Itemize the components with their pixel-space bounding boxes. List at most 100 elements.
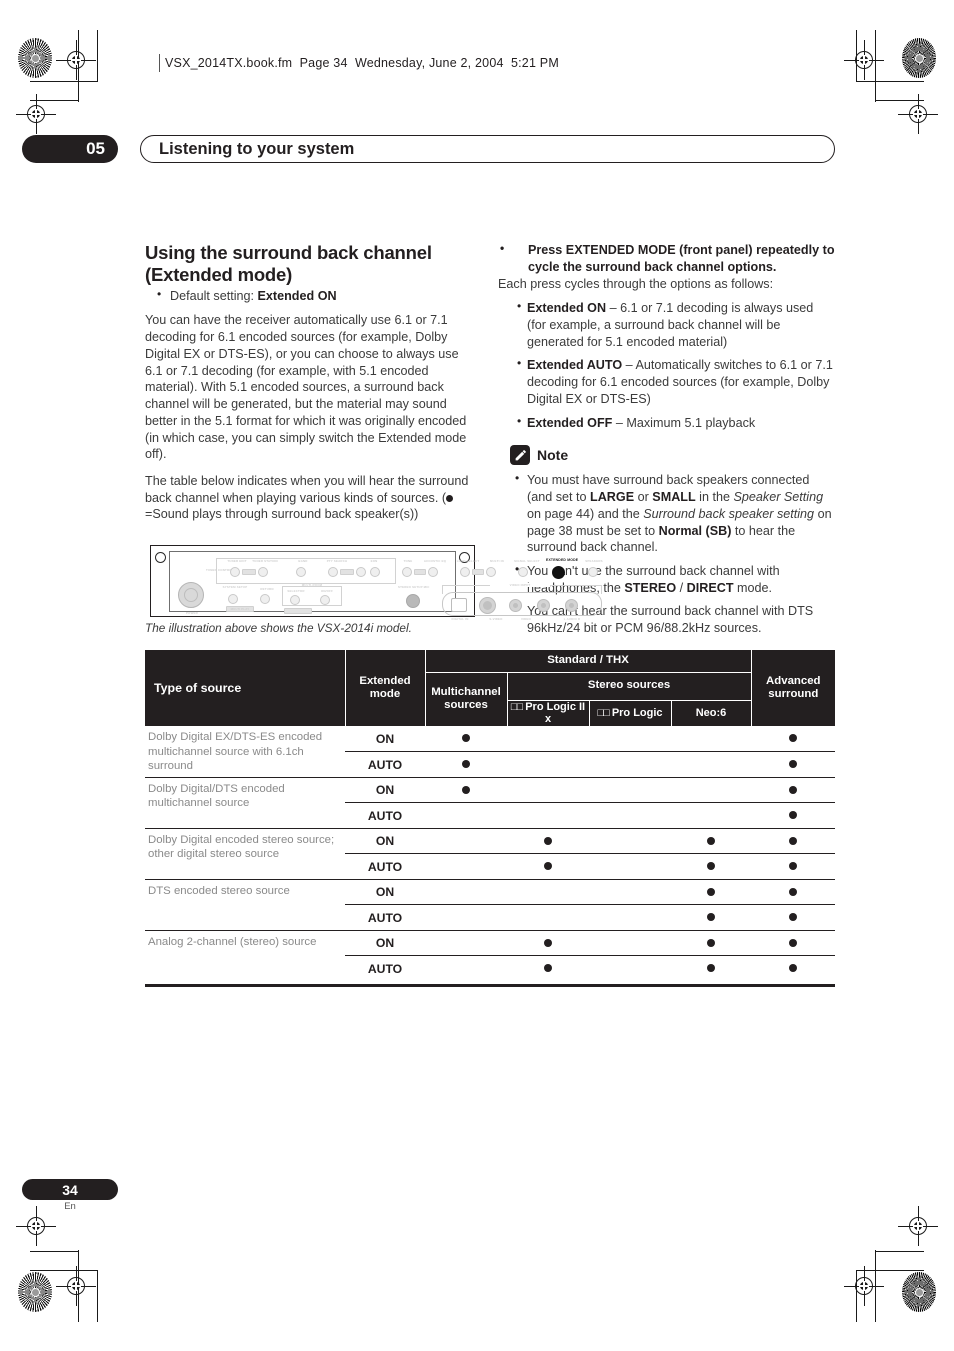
cell-pro_logic — [589, 853, 671, 880]
instruction-sub-line: Each press cycles through the options as… — [498, 277, 774, 292]
cell-multichannel — [425, 726, 507, 753]
cell-pro_logic — [589, 777, 671, 804]
video-jack — [509, 599, 522, 612]
loud-indicator — [472, 569, 484, 575]
note-text: in the — [695, 490, 734, 505]
col-header-pro-logic-iix: □□ Pro Logic II x — [506, 700, 590, 727]
section-heading-line1: Using the surround back channel — [145, 242, 432, 263]
dolby-double-d-icon: □□ — [597, 706, 609, 719]
tuner-station-button — [258, 567, 268, 577]
cell-advanced_surround — [751, 956, 835, 982]
sound-plays-dot-icon — [544, 964, 552, 973]
system-setup-label: SYSTEM SETUP — [222, 585, 248, 589]
table-row: Analog 2-channel (stereo) source ON — [145, 930, 836, 957]
color-registration-starburst-bottom-left — [18, 1272, 52, 1312]
cell-multichannel — [425, 751, 507, 778]
cell-multichannel — [425, 853, 507, 880]
signal-select-button — [518, 567, 528, 577]
section-heading-line2: (Extended mode) — [145, 263, 293, 285]
note-label: Note — [537, 447, 569, 464]
tuner-edit-label: TUNER EDIT — [227, 559, 247, 563]
cell-pro_logic_iix — [507, 726, 589, 753]
tuner-station-label: TUNER STATION — [252, 559, 278, 563]
eon-button — [356, 567, 366, 577]
receiver-front-panel-illustration: POWER TUNER CONTROL TUNER EDIT TUNER STA… — [150, 545, 603, 621]
registration-mark-left-upper — [16, 94, 56, 134]
list-item: Extended OFF – Maximum 5.1 playback — [512, 414, 835, 432]
return-button — [260, 594, 270, 604]
cell-multichannel — [425, 777, 507, 804]
cell-neo6 — [671, 879, 752, 906]
registration-mark-right-upper — [898, 94, 938, 134]
color-registration-starburst-top-right — [902, 38, 936, 78]
table-row: Dolby Digital encoded stereo source; oth… — [145, 828, 836, 880]
tuner-indicator — [242, 569, 256, 575]
left-column: Using the surround back channel (Extende… — [145, 242, 470, 531]
page-language-code: En — [64, 1201, 76, 1212]
note-bold: DIRECT — [686, 580, 734, 595]
receiver-chassis: POWER TUNER CONTROL TUNER EDIT TUNER STA… — [169, 551, 603, 621]
registration-mark-bottom-left — [56, 1266, 96, 1306]
extended-mode-cell: ON — [345, 777, 425, 804]
extended-mode-cell: AUTO — [367, 961, 403, 976]
s-video-label: S-VIDEO — [489, 617, 503, 621]
chapter-title: Listening to your system — [140, 135, 835, 163]
cell-advanced_surround — [751, 802, 836, 829]
paragraph-table-intro: The table below indicates when you will … — [145, 473, 470, 523]
default-setting-value: Extended ON — [257, 288, 337, 303]
sound-plays-dot-icon — [707, 913, 716, 922]
cell-multichannel — [425, 802, 507, 829]
sound-plays-dot-icon — [789, 938, 798, 947]
extended-options-list: Extended ON – 6.1 or 7.1 decoding is alw… — [512, 299, 835, 432]
sound-plays-dot-icon — [789, 811, 798, 820]
cell-pro_logic — [589, 956, 671, 982]
extended-mode-label: EXTENDED MODE — [546, 558, 579, 562]
multi-room-selector-button — [290, 595, 300, 605]
cell-pro_logic_iix — [507, 956, 589, 982]
cell-neo6 — [671, 751, 752, 778]
table-row: Dolby Digital EX/DTS-ES encoded multicha… — [145, 726, 836, 778]
sound-plays-dot-icon — [789, 887, 798, 896]
registration-mark-left-lower — [16, 1206, 56, 1246]
cell-pro_logic_iix — [507, 802, 589, 829]
dolby-double-d-icon: □□ — [510, 700, 523, 713]
crop-mark — [30, 1251, 78, 1253]
pro-logic-iix-text: Pro Logic II x — [525, 700, 586, 726]
sound-plays-dot-icon — [789, 785, 798, 794]
system-setup-button — [228, 594, 238, 604]
note-italic: Speaker Setting — [733, 490, 824, 505]
cell-multichannel — [425, 956, 507, 982]
audio-label: L AUDIO R — [563, 617, 581, 621]
acoustic-eq-label: ACOUSTIC EQ — [423, 559, 447, 563]
cell-advanced_surround — [751, 777, 836, 804]
col-header-advanced-surround: Advanced surround — [750, 650, 836, 727]
cell-neo6 — [671, 930, 752, 957]
chapter-number-badge: 05 — [22, 135, 118, 163]
sound-plays-dot-icon — [789, 913, 798, 922]
cell-pro_logic — [589, 828, 671, 855]
multi-play-label: MULTI PLAY — [230, 607, 250, 611]
cell-pro_logic — [589, 930, 671, 957]
note-bold: SMALL — [652, 490, 696, 505]
registration-mark-top-left — [56, 40, 96, 80]
return-label: RETURN — [260, 587, 274, 591]
cell-neo6 — [671, 802, 752, 829]
registration-mark-right-lower — [898, 1206, 938, 1246]
cell-pro_logic — [589, 879, 671, 906]
cell-advanced_surround — [751, 853, 836, 880]
extended-mode-cell: ON — [345, 879, 425, 906]
cell-pro_logic_iix — [507, 751, 589, 778]
cell-multichannel — [425, 828, 507, 855]
sound-plays-dot-icon — [789, 964, 798, 973]
color-registration-starburst-bottom-right — [902, 1272, 936, 1312]
pencil-icon — [510, 445, 530, 466]
table-header: Type of source Extended mode Standard / T… — [145, 650, 836, 727]
running-head-rule — [159, 54, 160, 72]
extended-mode-cell: ON — [345, 828, 425, 855]
col-header-extended-mode: Extended mode — [344, 650, 426, 727]
tuner-edit-button — [230, 567, 240, 577]
sound-plays-dot-icon — [707, 862, 716, 871]
list-item: Extended AUTO – Automatically switches t… — [512, 356, 835, 407]
table-body: Dolby Digital EX/DTS-ES encoded multicha… — [145, 726, 836, 982]
source-type-cell: DTS encoded stereo source — [145, 879, 345, 931]
